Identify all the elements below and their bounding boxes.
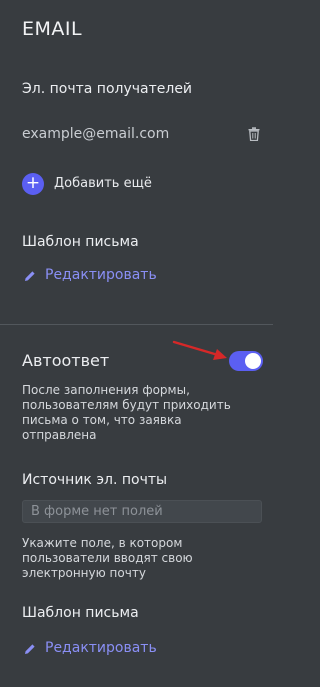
plus-icon: + [22, 173, 44, 195]
arrow-pointer-icon [172, 340, 227, 360]
email-source-input[interactable] [22, 500, 262, 523]
pencil-icon [25, 644, 35, 654]
email-source-hint: Укажите поле, в котором пользователи вво… [22, 536, 267, 581]
autoreply-description: После заполнения формы, пользователям бу… [22, 383, 267, 443]
autoreply-label: Автоответ [22, 351, 110, 370]
recipients-label: Эл. почта получателей [22, 81, 193, 97]
email-source-label: Источник эл. почты [22, 472, 168, 488]
autoreply-description-line: отправлена [22, 428, 97, 442]
template-label: Шаблон письма [22, 234, 139, 250]
add-recipient-label: Добавить ещё [54, 176, 152, 191]
section-title: EMAIL [22, 18, 83, 40]
recipient-email: example@email.com [22, 126, 170, 142]
recipient-email-row: example@email.com [22, 126, 262, 146]
autoreply-description-line: пользователям будут приходить [22, 398, 231, 412]
autoreply-description-line: После заполнения формы, [22, 383, 190, 397]
trash-icon[interactable] [248, 127, 260, 141]
edit-template-label-2: Редактировать [45, 640, 157, 656]
email-source-hint-line: электронную почту [22, 566, 146, 580]
toggle-knob [245, 353, 261, 369]
autoreply-toggle[interactable] [229, 351, 263, 371]
pencil-icon [25, 271, 35, 281]
email-source-hint-line: пользователи вводят свою [22, 551, 193, 565]
section-divider [0, 324, 273, 325]
email-source-hint-line: Укажите поле, в котором [22, 536, 183, 550]
autoreply-description-line: письма о том, что заявка [22, 413, 182, 427]
edit-template-label: Редактировать [45, 267, 157, 283]
template-label-2: Шаблон письма [22, 605, 139, 621]
